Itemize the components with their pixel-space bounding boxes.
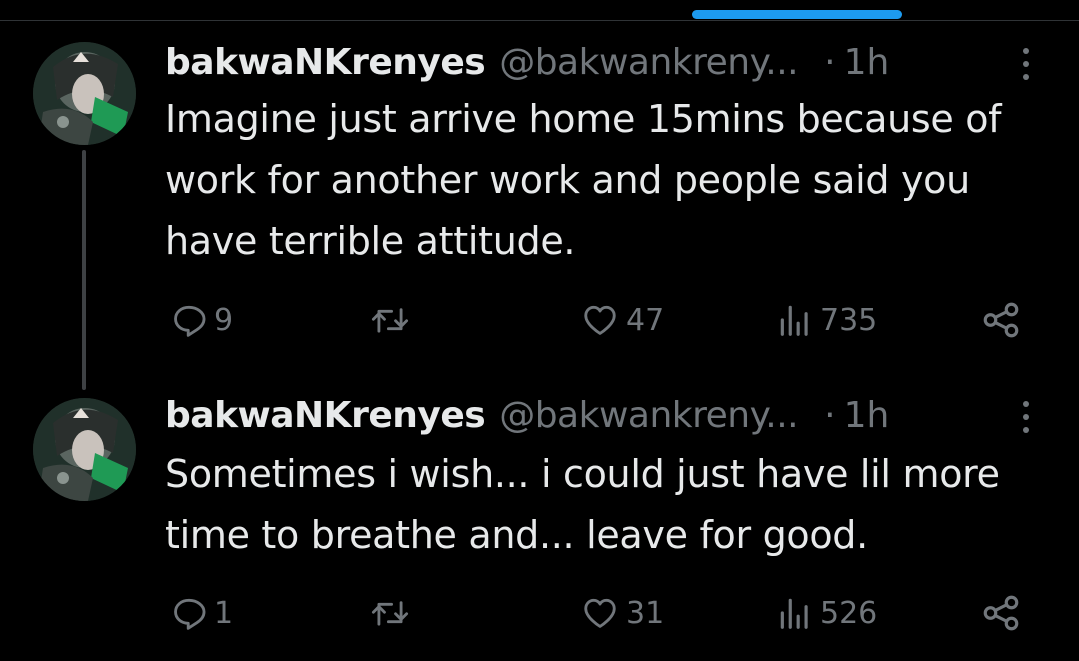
retweet-button[interactable] xyxy=(369,295,417,345)
reply-icon xyxy=(174,598,206,630)
display-name[interactable]: bakwaNKrenyes xyxy=(165,42,486,83)
more-icon[interactable] xyxy=(1016,397,1036,437)
heart-icon xyxy=(584,598,616,628)
view-count: 526 xyxy=(820,595,878,631)
top-divider xyxy=(0,20,1079,21)
user-handle[interactable]: @bakwankreny... xyxy=(499,42,798,83)
reply-button[interactable]: 1 xyxy=(170,588,233,638)
view-count: 735 xyxy=(820,302,878,338)
views-icon xyxy=(780,598,808,629)
display-name[interactable]: bakwaNKrenyes xyxy=(165,395,486,436)
tweet-header: bakwaNKrenyes @bakwankreny... · 1h xyxy=(165,390,889,440)
timestamp[interactable]: 1h xyxy=(844,395,890,436)
tweet-header: bakwaNKrenyes @bakwankreny... · 1h xyxy=(165,37,889,87)
reply-count: 1 xyxy=(214,595,234,631)
views-button[interactable]: 735 xyxy=(776,295,877,345)
tweet-actions: 1 31 526 xyxy=(0,588,1079,638)
thread-connector-line xyxy=(82,150,86,390)
views-icon xyxy=(780,305,808,336)
share-icon xyxy=(983,302,1019,338)
retweet-icon xyxy=(371,308,409,333)
avatar-image xyxy=(33,42,136,145)
reply-icon xyxy=(174,305,206,337)
user-handle[interactable]: @bakwankreny... xyxy=(499,395,798,436)
share-icon xyxy=(983,595,1019,631)
timestamp[interactable]: 1h xyxy=(844,42,890,83)
share-button[interactable] xyxy=(980,295,1022,345)
heart-icon xyxy=(584,305,616,335)
like-button[interactable]: 31 xyxy=(580,588,664,638)
avatar-image xyxy=(33,398,136,501)
retweet-icon xyxy=(371,601,409,626)
separator: · xyxy=(824,41,836,83)
more-icon[interactable] xyxy=(1016,44,1036,84)
like-count: 47 xyxy=(626,302,665,338)
separator: · xyxy=(824,394,836,436)
tweet-actions: 9 47 735 xyxy=(0,295,1079,345)
reply-count: 9 xyxy=(214,302,234,338)
avatar[interactable] xyxy=(33,398,136,501)
tweet-text: Sometimes i wish... i could just have li… xyxy=(165,452,1000,557)
like-button[interactable]: 47 xyxy=(580,295,664,345)
tweet-text: Imagine just arrive home 15mins because … xyxy=(165,97,1002,263)
retweet-button[interactable] xyxy=(369,588,417,638)
reply-button[interactable]: 9 xyxy=(170,295,233,345)
views-button[interactable]: 526 xyxy=(776,588,877,638)
like-count: 31 xyxy=(626,595,665,631)
active-tab-indicator xyxy=(692,10,902,19)
share-button[interactable] xyxy=(980,588,1022,638)
avatar[interactable] xyxy=(33,42,136,145)
